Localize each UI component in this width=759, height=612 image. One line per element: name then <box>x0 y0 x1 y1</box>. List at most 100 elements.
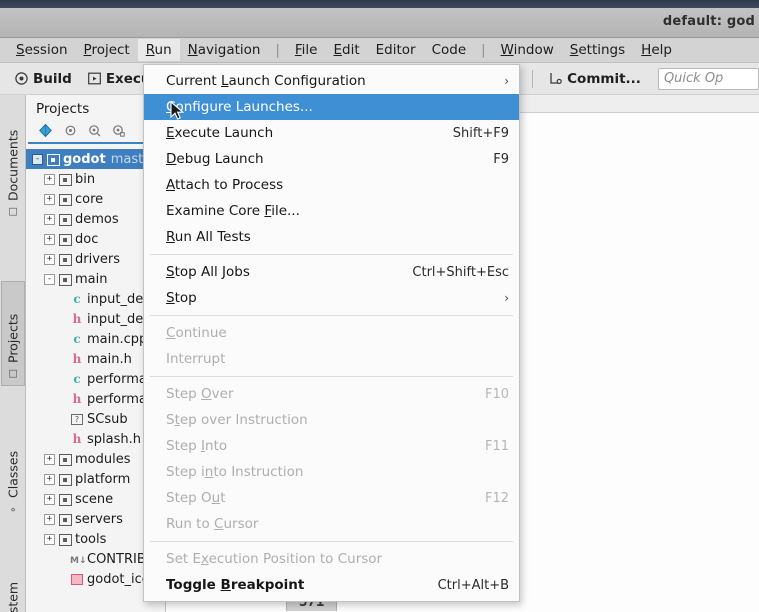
folder-icon <box>58 193 72 206</box>
markdown-file-icon: M↓ <box>70 555 87 566</box>
git-branch-label: mast <box>110 151 144 167</box>
run-menu-item-step-out: Step Out F12 <box>144 485 519 511</box>
expand-toggle-icon[interactable]: + <box>44 493 55 505</box>
projects-icon: □ <box>7 368 19 379</box>
tree-item-label: performa <box>87 371 147 387</box>
tree-item-label: SCsub <box>87 411 128 427</box>
menubar-item-settings[interactable]: Settings <box>562 39 633 61</box>
left-tab-classes[interactable]: ⚬ Classes <box>1 425 25 520</box>
menu-item-shortcut: F11 <box>484 438 509 454</box>
expand-toggle-icon[interactable]: + <box>44 213 55 225</box>
run-menu-item-stop-all-jobs[interactable]: Stop All Jobs Ctrl+Shift+Esc <box>144 259 519 285</box>
folder-icon <box>46 153 60 166</box>
header-file-icon: h <box>72 312 82 326</box>
tree-item-label: drivers <box>75 251 121 267</box>
menubar-separator: | <box>275 42 280 58</box>
cpp-file-icon: c <box>73 332 81 346</box>
build-button[interactable]: Build <box>8 68 79 90</box>
header-file-icon: h <box>72 432 82 446</box>
tree-item-label: splash.h <box>87 431 141 447</box>
submenu-chevron-icon: › <box>504 291 509 305</box>
tree-item-label: core <box>75 191 104 207</box>
menubar-item-edit[interactable]: Edit <box>325 39 367 61</box>
menu-item-label: Execute Launch <box>166 125 274 141</box>
run-menu-item-step-over-instruction: Step over Instruction <box>144 407 519 433</box>
menu-item-shortcut: Ctrl+Shift+Esc <box>412 264 509 280</box>
menu-item-label: Step Into <box>166 438 228 454</box>
left-tab-projects[interactable]: □ Projects <box>1 281 25 386</box>
run-menu-item-current-launch-configuration[interactable]: Current Launch Configuration › <box>144 68 519 94</box>
expand-toggle-icon[interactable]: + <box>44 473 55 485</box>
run-menu-item-step-into-instruction: Step into Instruction <box>144 459 519 485</box>
left-tab-filesystem[interactable]: ■Filesystem <box>1 535 25 612</box>
run-menu-item-toggle-breakpoint[interactable]: Toggle Breakpoint Ctrl+Alt+B <box>144 572 519 598</box>
run-dropdown-menu[interactable]: Current Launch Configuration › Configure L… <box>143 64 520 602</box>
run-menu-item-configure-launches[interactable]: Configure Launches... <box>144 94 519 120</box>
menubar-item-navigation[interactable]: Navigation <box>180 39 269 61</box>
run-menu-item-execute-launch[interactable]: Execute Launch Shift+F9 <box>144 120 519 146</box>
menubar-item-help[interactable]: Help <box>633 39 680 61</box>
menu-item-label: Examine Core File... <box>166 203 300 219</box>
tree-item-label: modules <box>75 451 131 467</box>
menubar-item-session[interactable]: Session <box>8 39 76 61</box>
expand-toggle-icon[interactable]: + <box>44 453 55 465</box>
tree-item-label: tools <box>75 531 107 547</box>
menubar-item-code[interactable]: Code <box>424 39 475 61</box>
run-menu-item-examine-core-file[interactable]: Examine Core File... <box>144 198 519 224</box>
image-file-icon <box>70 573 84 586</box>
run-menu-item-debug-launch[interactable]: Debug Launch F9 <box>144 146 519 172</box>
gem-icon[interactable] <box>38 123 53 138</box>
build-label: Build <box>33 70 72 87</box>
commit-icon <box>550 73 562 84</box>
menubar-item-run[interactable]: Run <box>137 39 180 61</box>
folder-icon <box>58 513 72 526</box>
gear-search-icon[interactable] <box>88 124 101 137</box>
expand-toggle-icon[interactable]: + <box>44 193 55 205</box>
classes-icon: ⚬ <box>7 503 19 514</box>
gear-settings-icon[interactable] <box>112 124 125 137</box>
left-tab-label: Documents <box>5 129 21 201</box>
menu-item-label: Stop <box>166 290 197 306</box>
expand-toggle-icon[interactable]: + <box>44 253 55 265</box>
left-tab-documents[interactable]: □ Documents <box>1 103 25 223</box>
collapse-toggle-icon[interactable]: - <box>32 153 43 165</box>
desktop-background <box>0 0 759 8</box>
run-menu-item-stop[interactable]: Stop › <box>144 285 519 311</box>
expand-toggle-icon[interactable]: + <box>44 233 55 245</box>
tree-item-label: platform <box>75 471 131 487</box>
menu-item-label: Current Launch Configuration <box>166 73 366 89</box>
expand-toggle-icon[interactable]: + <box>44 173 55 185</box>
left-tab-strip: □ Documents □ Projects ⚬ Classes ■Filesystem <box>0 95 26 612</box>
menu-item-label: Step into Instruction <box>166 464 304 480</box>
run-menu-item-run-all-tests[interactable]: Run All Tests <box>144 224 519 250</box>
quick-open-placeholder: Quick Op <box>663 71 724 86</box>
run-menu-item-set-execution-position-to-cursor: Set Execution Position to Cursor <box>144 546 519 572</box>
menu-item-label: Step Out <box>166 490 226 506</box>
left-tab-label: Projects <box>5 313 21 363</box>
application-window: default: god Session Project Run Navigation… <box>0 0 759 612</box>
quick-open-input[interactable]: Quick Op <box>657 67 759 90</box>
menubar-item-window[interactable]: Window <box>493 39 562 61</box>
collapse-toggle-icon[interactable]: - <box>44 273 55 285</box>
menu-item-label: Configure Launches... <box>166 99 313 115</box>
run-menu-item-attach-to-process[interactable]: Attach to Process <box>144 172 519 198</box>
left-tab-label: Classes <box>5 450 21 498</box>
expand-toggle-icon[interactable]: + <box>44 533 55 545</box>
menu-separator <box>150 376 513 377</box>
menubar-item-editor[interactable]: Editor <box>368 39 424 61</box>
menu-item-label: Toggle Breakpoint <box>166 577 305 593</box>
expand-toggle-icon[interactable]: + <box>44 513 55 525</box>
run-menu-item-step-over: Step Over F10 <box>144 381 519 407</box>
menubar: Session Project Run Navigation | File Edit Edit… <box>0 38 759 63</box>
window-titlebar: default: god <box>0 8 759 38</box>
commit-button[interactable]: Commit... <box>542 68 648 90</box>
gear-icon[interactable] <box>64 124 77 137</box>
header-file-icon: h <box>72 392 82 406</box>
menubar-item-file[interactable]: File <box>287 39 326 61</box>
folder-icon <box>58 493 72 506</box>
menubar-item-project[interactable]: Project <box>76 39 138 61</box>
folder-icon <box>58 473 72 486</box>
tree-item-label: servers <box>75 511 123 527</box>
menu-item-label: Stop All Jobs <box>166 264 250 280</box>
build-icon <box>15 72 28 85</box>
